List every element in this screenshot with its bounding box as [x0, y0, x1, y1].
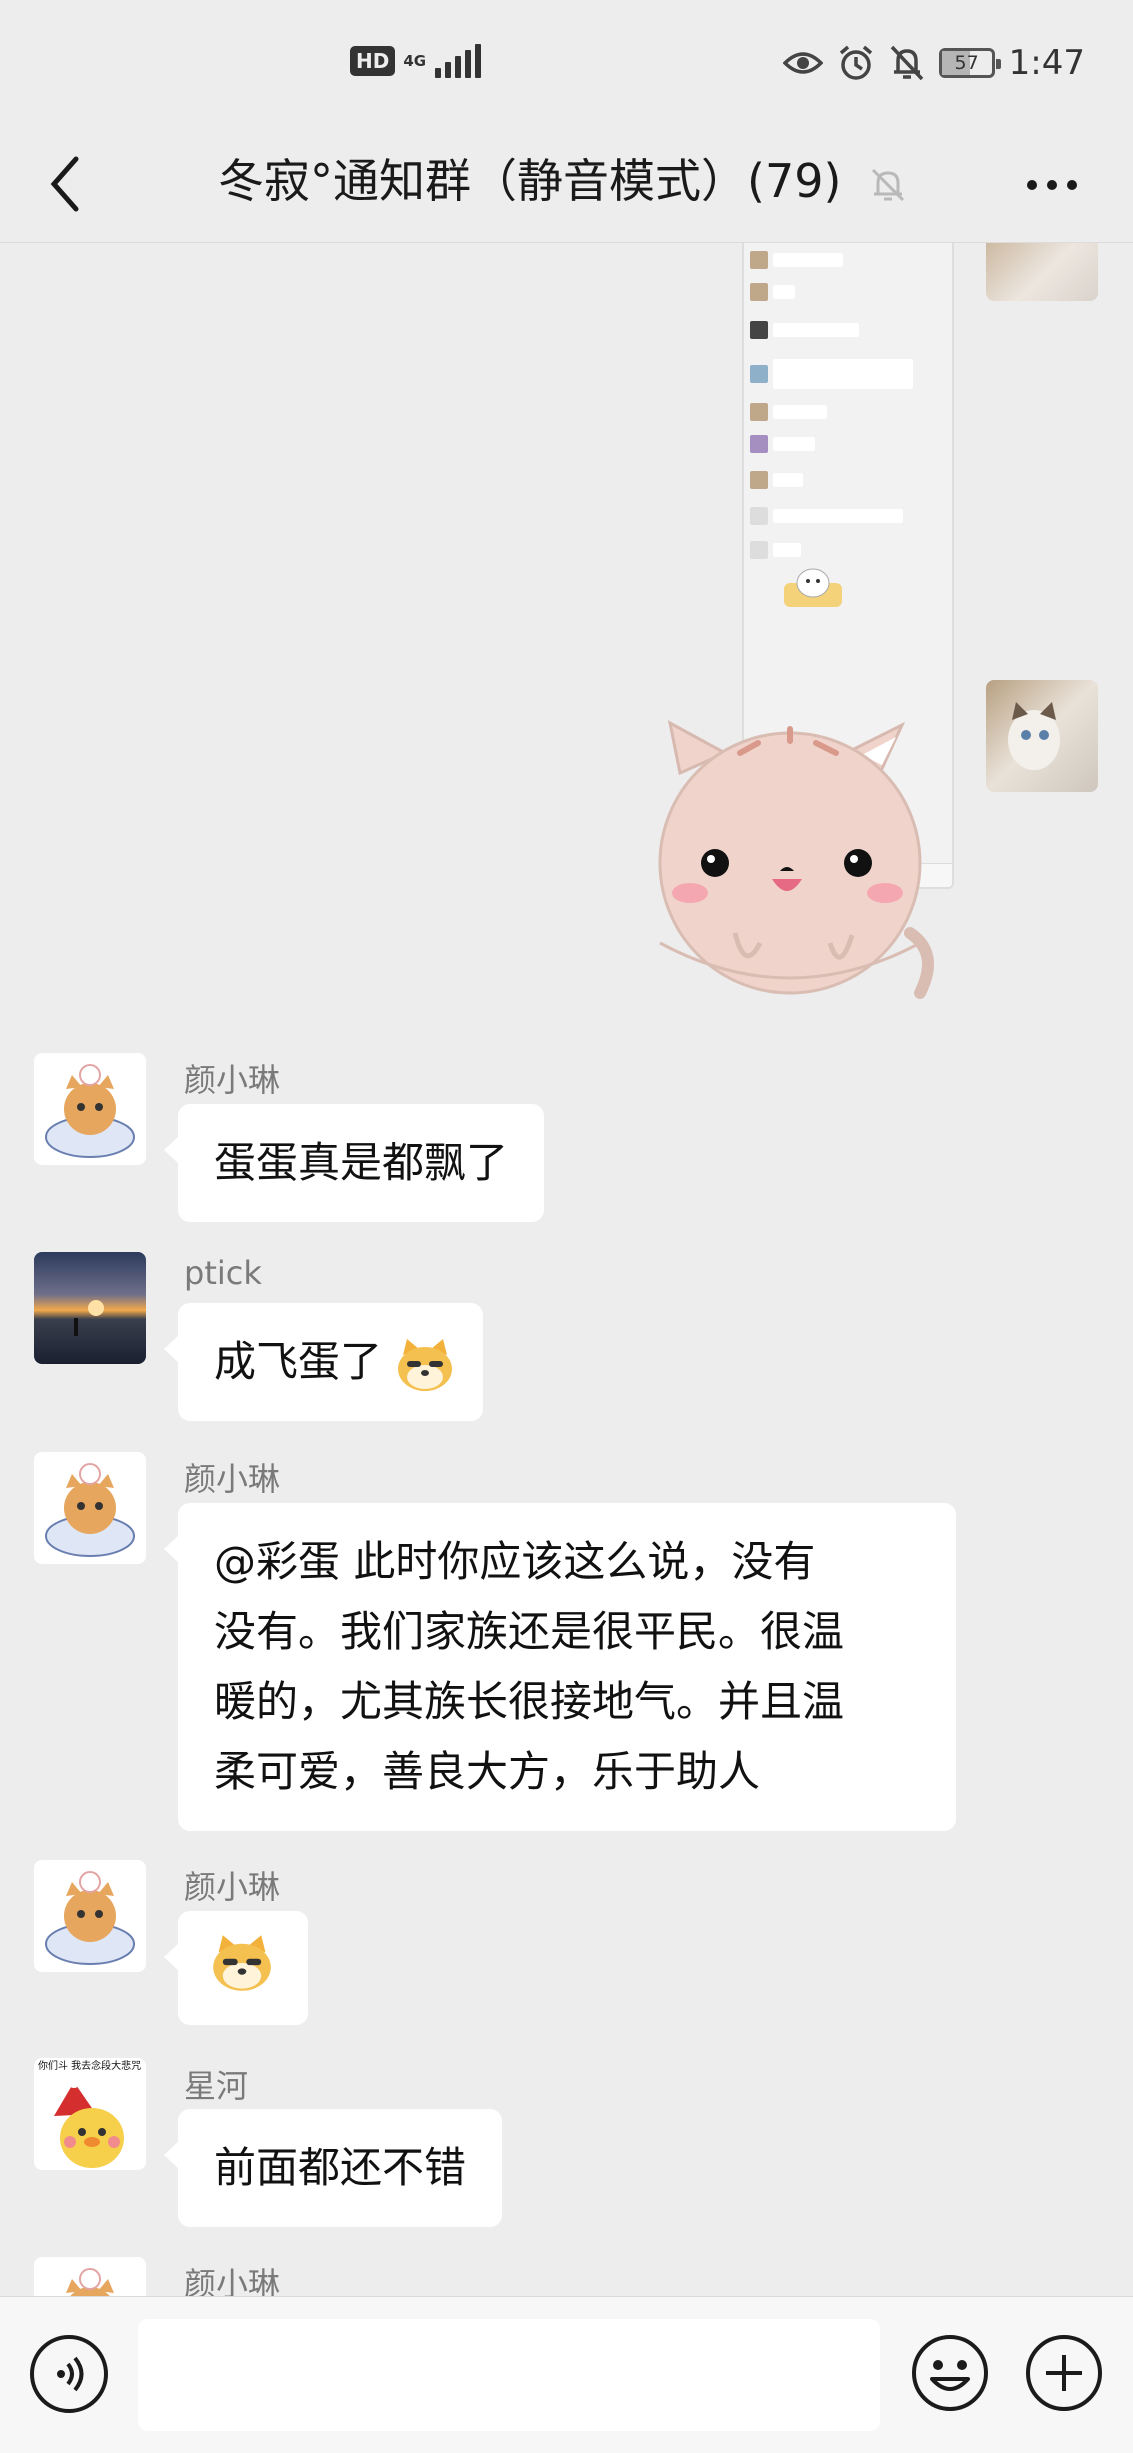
- message-list[interactable]: 颜小琳 蛋蛋真是都飘了 ptick 成飞蛋了 颜小琳 @彩蛋 此时你应该这么说，…: [0, 243, 1133, 2296]
- avatar-yanxiaolin[interactable]: [34, 1053, 146, 1165]
- sticker-thumbnail: [784, 568, 842, 607]
- chat-header: 冬寂°通知群（静音模式）(79): [0, 125, 1133, 243]
- avatar-yanxiaolin[interactable]: [34, 2257, 146, 2296]
- status-bar: HD 4G 57 1:47: [0, 0, 1133, 125]
- input-bar: [0, 2296, 1133, 2453]
- sender-name: 颜小琳: [184, 2265, 281, 2296]
- avatar-xinghe[interactable]: 你们斗 我去念段大悲咒: [34, 2058, 146, 2170]
- network-type: 4G: [403, 51, 427, 70]
- network-indicators: HD 4G: [350, 44, 482, 78]
- bell-muted-icon: [871, 168, 905, 202]
- avatar-ptick[interactable]: [34, 1252, 146, 1364]
- message-bubble[interactable]: 蛋蛋真是都飘了: [163, 1104, 545, 1222]
- battery-level: 57: [954, 52, 979, 74]
- message-line: 暖的，尤其族长很接地气。并且温: [214, 1677, 845, 1726]
- avatar-me[interactable]: [986, 680, 1098, 792]
- message-bubble[interactable]: 成飞蛋了: [163, 1303, 484, 1421]
- avatar-yanxiaolin[interactable]: [34, 1452, 146, 1564]
- sender-name: 颜小琳: [184, 1061, 281, 1099]
- bell-off-icon: [890, 45, 923, 81]
- doge-emoji-icon: [213, 1935, 271, 1991]
- sender-name: ptick: [184, 1254, 262, 1292]
- message-line: @彩蛋 此时你应该这么说，没有: [214, 1537, 816, 1586]
- message-input[interactable]: [138, 2319, 880, 2431]
- doge-emoji-icon: [398, 1338, 453, 1391]
- message-bubble[interactable]: 前面都还不错: [163, 2109, 503, 2227]
- more-dots-icon[interactable]: [1022, 155, 1082, 215]
- avatar-me[interactable]: [986, 243, 1098, 301]
- sender-name: 颜小琳: [184, 1868, 281, 1906]
- signal-icon: [435, 44, 482, 78]
- avatar-yanxiaolin[interactable]: [34, 1860, 146, 1972]
- hd-badge: HD: [350, 46, 396, 76]
- clock: 1:47: [1008, 43, 1085, 83]
- smile-icon[interactable]: [910, 2333, 990, 2413]
- message-bubble[interactable]: @彩蛋 此时你应该这么说，没有 没有。我们家族还是很平民。很温 暖的，尤其族长很…: [164, 1503, 956, 1831]
- message-bubble[interactable]: [164, 1911, 308, 2025]
- avatar-caption: 你们斗 我去念段大悲咒: [38, 2061, 142, 2072]
- message-line: 柔可爱，善良大方，乐于助人: [214, 1747, 761, 1796]
- chevron-left-icon[interactable]: [34, 149, 104, 219]
- message-line: 没有。我们家族还是很平民。很温: [214, 1607, 845, 1656]
- voice-icon[interactable]: [30, 2335, 108, 2413]
- sender-name: 颜小琳: [184, 1460, 281, 1498]
- status-right: 57 1:47: [782, 40, 1085, 86]
- chat-title: 冬寂°通知群（静音模式）(79): [218, 154, 842, 208]
- eye-icon: [782, 52, 823, 74]
- cat-sticker[interactable]: [640, 713, 950, 1013]
- sender-name: 星河: [184, 2067, 249, 2105]
- alarm-icon: [839, 45, 872, 80]
- battery-indicator: 57: [938, 48, 1001, 78]
- message-text: 成飞蛋了: [214, 1337, 383, 1386]
- plus-circle-icon[interactable]: [1024, 2333, 1104, 2413]
